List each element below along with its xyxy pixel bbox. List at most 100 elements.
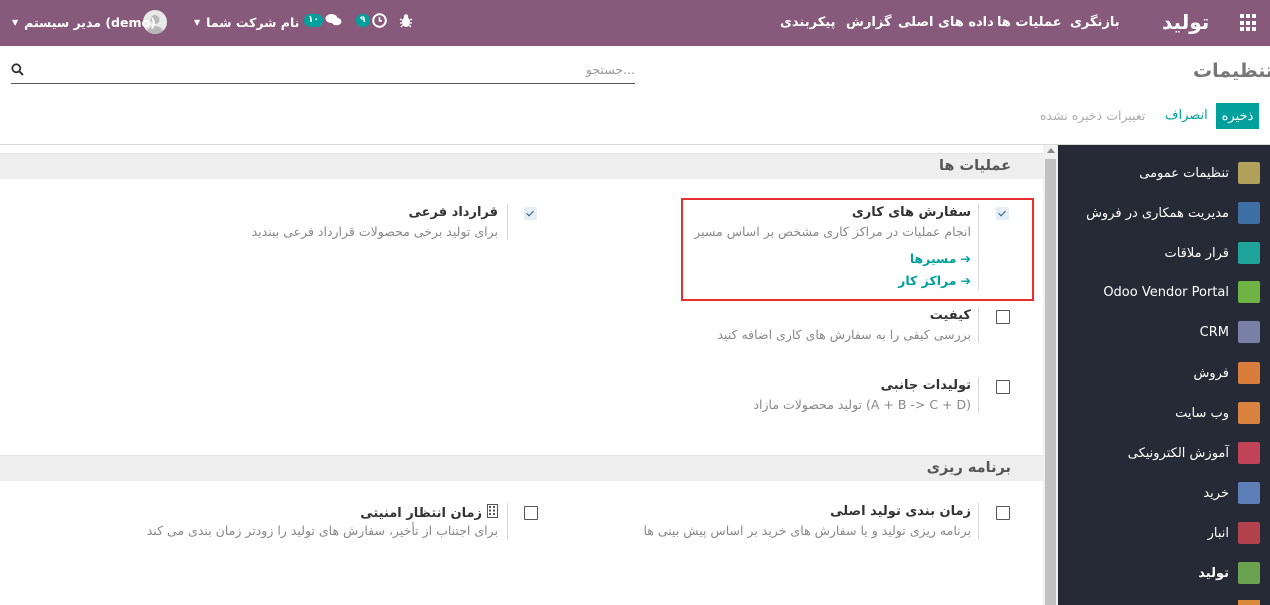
clock-icon bbox=[371, 13, 387, 28]
page-title: تنظیمات bbox=[1193, 60, 1270, 82]
user-menu[interactable]: ▼ مدیر سیستم (demo) bbox=[12, 15, 156, 30]
work-orders-title: سفارش های کاری bbox=[851, 205, 971, 220]
sidebar-item-label: وب سایت bbox=[1175, 405, 1229, 421]
box-icon bbox=[1238, 522, 1260, 544]
sidebar-item-label: آموزش الکترونیکی bbox=[1127, 445, 1229, 461]
section-header-operations: عملیات ها bbox=[0, 153, 1043, 179]
sidebar-item-label: فروش bbox=[1193, 365, 1229, 381]
settings-sidebar: تنظیمات عمومی مدیریت همکاری در فروش قرار… bbox=[1058, 145, 1270, 605]
menu-configuration[interactable]: پیکربندی bbox=[780, 15, 835, 30]
byproducts-title: تولیدات جانبی bbox=[880, 378, 971, 393]
divider bbox=[507, 204, 508, 240]
sidebar-item-website[interactable]: وب سایت bbox=[1175, 401, 1260, 425]
mps-title: زمان بندی تولید اصلی bbox=[830, 504, 971, 519]
byproducts-description: تولید محصولات مازاد (A + B -> C + D) bbox=[753, 397, 971, 412]
routings-link[interactable]: مسیرها ➔ bbox=[910, 251, 971, 266]
link-label: مراکز کار bbox=[898, 273, 957, 288]
unsaved-changes-label: تغییرات ذخیره نشده bbox=[1040, 108, 1146, 123]
activities-count-badge: ۹ bbox=[356, 14, 370, 27]
menu-reporting[interactable]: گزارش bbox=[846, 15, 892, 30]
quality-checkbox[interactable] bbox=[996, 310, 1010, 324]
divider bbox=[507, 503, 508, 539]
sidebar-item-inventory[interactable]: انبار bbox=[1208, 521, 1260, 545]
control-panel: تنظیمات جستجو... ذخیره انصراف تغییرات ذخ… bbox=[0, 46, 1270, 145]
arrow-right-icon: ➔ bbox=[960, 251, 971, 266]
debug-bug-icon[interactable] bbox=[399, 13, 413, 33]
subcontracting-title: قرارداد فرعی bbox=[408, 205, 499, 220]
company-building-icon bbox=[487, 504, 498, 522]
sidebar-item-general-settings[interactable]: تنظیمات عمومی bbox=[1139, 161, 1260, 185]
mps-description: برنامه ریزی تولید و یا سفارش های خرید بر… bbox=[643, 523, 971, 538]
sidebar-item-sales[interactable]: فروش bbox=[1193, 361, 1260, 385]
security-lead-time-checkbox[interactable] bbox=[524, 506, 538, 520]
security-lead-time-description: برای اجتناب از تأخیر، سفارش های تولید را… bbox=[146, 523, 498, 538]
wrench-icon bbox=[1238, 562, 1260, 584]
activities-button[interactable]: ۹ bbox=[356, 13, 387, 28]
caret-down-icon: ▼ bbox=[12, 18, 19, 27]
company-name: نام شرکت شما bbox=[206, 15, 300, 30]
settings-content: عملیات ها سفارش های کاری انجام عملیات در… bbox=[0, 145, 1043, 605]
work-orders-checkbox[interactable] bbox=[996, 207, 1009, 220]
menu-operations[interactable]: عملیات ها bbox=[997, 15, 1062, 30]
sidebar-item-appointments[interactable]: قرار ملاقات bbox=[1164, 241, 1260, 265]
comments-icon bbox=[325, 14, 342, 26]
handshake-icon bbox=[1238, 321, 1260, 343]
app-brand[interactable]: تولید bbox=[1162, 10, 1209, 34]
quality-description: بررسی کیفی را به سفارش های کاری اضافه کن… bbox=[717, 327, 971, 342]
section-title: برنامه ریزی bbox=[926, 460, 1011, 476]
sidebar-item-purchase[interactable]: خرید bbox=[1203, 481, 1260, 505]
elearning-icon bbox=[1238, 442, 1260, 464]
messages-button[interactable]: ۱۰ bbox=[304, 13, 342, 27]
chart-line-icon bbox=[1238, 362, 1260, 384]
divider bbox=[978, 503, 979, 539]
arrow-right-icon: ➔ bbox=[960, 273, 971, 288]
workcenters-link[interactable]: مراکز کار ➔ bbox=[898, 273, 971, 288]
partners-icon bbox=[1238, 202, 1260, 224]
divider bbox=[978, 307, 979, 343]
sidebar-item-label: مدیریت همکاری در فروش bbox=[1086, 205, 1229, 221]
search-input[interactable]: جستجو... bbox=[11, 60, 635, 84]
sidebar-item-vendor-portal[interactable]: Odoo Vendor Portal bbox=[1103, 280, 1260, 304]
sidebar-item-label: CRM bbox=[1199, 324, 1229, 340]
subcontracting-checkbox[interactable] bbox=[524, 207, 537, 220]
user-name: مدیر سیستم (demo) bbox=[24, 15, 156, 30]
globe-icon bbox=[1238, 402, 1260, 424]
section-header-planning: برنامه ریزی bbox=[0, 455, 1043, 481]
mps-checkbox[interactable] bbox=[996, 506, 1010, 520]
messages-count-badge: ۱۰ bbox=[304, 13, 323, 27]
sidebar-item-label: تولید bbox=[1198, 565, 1229, 581]
menu-overview[interactable]: بازنگری bbox=[1070, 15, 1120, 30]
cancel-button[interactable]: انصراف bbox=[1165, 108, 1208, 123]
scrollbar-thumb[interactable] bbox=[1045, 159, 1056, 605]
section-title: عملیات ها bbox=[938, 158, 1011, 174]
content-scrollbar[interactable] bbox=[1043, 145, 1058, 605]
sidebar-item-crm[interactable]: CRM bbox=[1200, 320, 1260, 344]
divider bbox=[978, 204, 979, 290]
sidebar-item-label: خرید bbox=[1203, 485, 1229, 501]
save-button[interactable]: ذخیره bbox=[1216, 103, 1259, 129]
calendar-icon bbox=[1238, 242, 1260, 264]
apps-menu-icon[interactable] bbox=[1240, 14, 1258, 32]
gear-icon bbox=[1238, 162, 1260, 184]
menu-master-data[interactable]: داده های اصلی bbox=[898, 15, 994, 30]
work-orders-description: انجام عملیات در مراکز کاری مشخص بر اساس … bbox=[694, 224, 971, 239]
security-lead-time-heading: زمان انتظار امنیتی bbox=[360, 504, 498, 522]
sidebar-item-manufacturing[interactable]: تولید bbox=[1198, 561, 1260, 585]
security-lead-time-title: زمان انتظار امنیتی bbox=[360, 505, 482, 521]
link-label: مسیرها bbox=[909, 251, 957, 266]
sidebar-item-elearning[interactable]: آموزش الکترونیکی bbox=[1128, 441, 1260, 465]
credit-card-icon bbox=[1238, 482, 1260, 504]
byproducts-checkbox[interactable] bbox=[996, 380, 1010, 394]
caret-down-icon: ▼ bbox=[194, 18, 201, 27]
portal-grid-icon bbox=[1238, 281, 1260, 303]
divider bbox=[978, 377, 979, 413]
quality-title: کیفیت bbox=[929, 308, 971, 323]
search-icon[interactable] bbox=[11, 63, 24, 80]
sidebar-item-sales-partners[interactable]: مدیریت همکاری در فروش bbox=[1086, 201, 1260, 225]
next-app-icon bbox=[1238, 600, 1260, 605]
sidebar-item-label: تنظیمات عمومی bbox=[1139, 165, 1229, 181]
search-placeholder: جستجو... bbox=[585, 62, 635, 77]
sidebar-item-label: Odoo Vendor Portal bbox=[1103, 284, 1229, 300]
company-switcher[interactable]: ▼ نام شرکت شما bbox=[194, 15, 299, 30]
scroll-up-arrow-icon[interactable] bbox=[1047, 148, 1055, 153]
